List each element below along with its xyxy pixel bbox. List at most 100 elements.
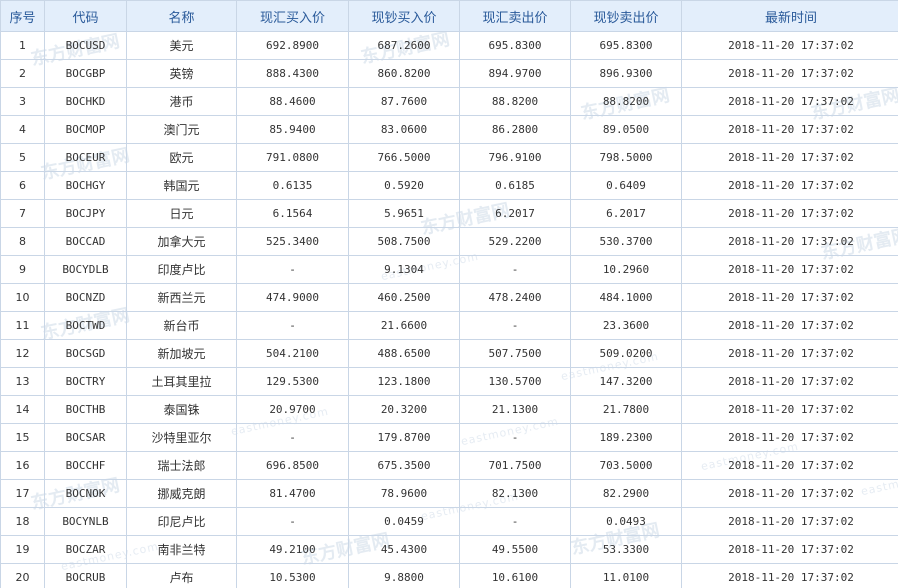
- cell-currency-name: 土耳其里拉: [126, 367, 237, 396]
- cell-latest-time: 2018-11-20 17:37:02: [681, 171, 898, 200]
- header-index[interactable]: 序号: [0, 0, 45, 32]
- table-row: 14 BOCTHB 泰国铢 20.9700 20.3200 21.1300 21.7800 2…: [0, 395, 898, 424]
- cell-cash-buy: 83.0600: [348, 115, 460, 144]
- cell-fx-buy: 0.6135: [236, 171, 349, 200]
- cell-index: 15: [0, 423, 45, 452]
- cell-cash-sell: 189.2300: [570, 423, 682, 452]
- cell-cash-buy: 0.0459: [348, 507, 460, 536]
- cell-index: 18: [0, 507, 45, 536]
- cell-index: 14: [0, 395, 45, 424]
- cell-code: BOCEUR: [44, 143, 127, 172]
- cell-cash-buy: 460.2500: [348, 283, 460, 312]
- cell-latest-time: 2018-11-20 17:37:02: [681, 479, 898, 508]
- cell-fx-sell: -: [459, 507, 571, 536]
- cell-latest-time: 2018-11-20 17:37:02: [681, 507, 898, 536]
- cell-currency-name: 英镑: [126, 59, 237, 88]
- cell-latest-time: 2018-11-20 17:37:02: [681, 311, 898, 340]
- cell-currency-name: 美元: [126, 31, 237, 60]
- cell-code: BOCYDLB: [44, 255, 127, 284]
- cell-code: BOCUSD: [44, 31, 127, 60]
- cell-fx-sell: -: [459, 311, 571, 340]
- cell-cash-sell: 0.6409: [570, 171, 682, 200]
- cell-index: 5: [0, 143, 45, 172]
- cell-fx-buy: 81.4700: [236, 479, 349, 508]
- cell-fx-buy: 88.4600: [236, 87, 349, 116]
- cell-cash-buy: 508.7500: [348, 227, 460, 256]
- cell-currency-name: 韩国元: [126, 171, 237, 200]
- cell-latest-time: 2018-11-20 17:37:02: [681, 115, 898, 144]
- cell-code: BOCTWD: [44, 311, 127, 340]
- header-fx-sell[interactable]: 现汇卖出价: [459, 0, 571, 32]
- header-latest-time[interactable]: 最新时间: [681, 0, 898, 32]
- cell-cash-sell: 695.8300: [570, 31, 682, 60]
- table-row: 11 BOCTWD 新台币 -21.6600-23.3600 2018-11-20 17…: [0, 311, 898, 340]
- cell-latest-time: 2018-11-20 17:37:02: [681, 143, 898, 172]
- cell-code: BOCNOK: [44, 479, 127, 508]
- cell-index: 3: [0, 87, 45, 116]
- cell-cash-sell: 6.2017: [570, 199, 682, 228]
- cell-latest-time: 2018-11-20 17:37:02: [681, 59, 898, 88]
- cell-fx-buy: 20.9700: [236, 395, 349, 424]
- cell-latest-time: 2018-11-20 17:37:02: [681, 227, 898, 256]
- cell-latest-time: 2018-11-20 17:37:02: [681, 451, 898, 480]
- cell-latest-time: 2018-11-20 17:37:02: [681, 395, 898, 424]
- table-row: 4 BOCMOP 澳门元 85.9400 83.0600 86.2800 89.0500 20…: [0, 115, 898, 144]
- cell-index: 2: [0, 59, 45, 88]
- table-header-row: 序号 代码 名称 现汇买入价 现钞买入价 现汇卖出价 现钞卖出价 最新时间: [0, 0, 898, 32]
- cell-code: BOCJPY: [44, 199, 127, 228]
- cell-code: BOCSGD: [44, 339, 127, 368]
- cell-fx-sell: 130.5700: [459, 367, 571, 396]
- cell-fx-sell: 49.5500: [459, 535, 571, 564]
- cell-currency-name: 沙特里亚尔: [126, 423, 237, 452]
- cell-code: BOCGBP: [44, 59, 127, 88]
- cell-currency-name: 澳门元: [126, 115, 237, 144]
- cell-index: 7: [0, 199, 45, 228]
- cell-fx-buy: -: [236, 311, 349, 340]
- cell-cash-buy: 9.1304: [348, 255, 460, 284]
- cell-latest-time: 2018-11-20 17:37:02: [681, 255, 898, 284]
- cell-fx-buy: 85.9400: [236, 115, 349, 144]
- cell-cash-buy: 675.3500: [348, 451, 460, 480]
- cell-fx-sell: -: [459, 423, 571, 452]
- header-code[interactable]: 代码: [44, 0, 127, 32]
- cell-currency-name: 新台币: [126, 311, 237, 340]
- cell-fx-sell: 6.2017: [459, 199, 571, 228]
- cell-index: 11: [0, 311, 45, 340]
- cell-index: 4: [0, 115, 45, 144]
- cell-latest-time: 2018-11-20 17:37:02: [681, 367, 898, 396]
- cell-latest-time: 2018-11-20 17:37:02: [681, 423, 898, 452]
- header-fx-buy[interactable]: 现汇买入价: [236, 0, 349, 32]
- cell-fx-sell: 894.9700: [459, 59, 571, 88]
- cell-latest-time: 2018-11-20 17:37:02: [681, 563, 898, 588]
- cell-cash-sell: 509.0200: [570, 339, 682, 368]
- cell-fx-buy: 10.5300: [236, 563, 349, 588]
- header-cash-buy[interactable]: 现钞买入价: [348, 0, 460, 32]
- table-row: 6 BOCHGY 韩国元 0.6135 0.5920 0.6185 0.6409 2018-1…: [0, 171, 898, 200]
- cell-latest-time: 2018-11-20 17:37:02: [681, 31, 898, 60]
- cell-index: 6: [0, 171, 45, 200]
- cell-cash-sell: 0.0493: [570, 507, 682, 536]
- cell-fx-sell: 701.7500: [459, 451, 571, 480]
- exchange-rate-table: 序号 代码 名称 现汇买入价 现钞买入价 现汇卖出价 现钞卖出价 最新时间 1B…: [0, 0, 898, 588]
- cell-currency-name: 欧元: [126, 143, 237, 172]
- cell-cash-sell: 798.5000: [570, 143, 682, 172]
- cell-fx-buy: 888.4300: [236, 59, 349, 88]
- cell-cash-sell: 10.2960: [570, 255, 682, 284]
- cell-fx-sell: 10.6100: [459, 563, 571, 588]
- cell-cash-buy: 5.9651: [348, 199, 460, 228]
- table-row: 9 BOCYDLB 印度卢比 -9.1304-10.2960 2018-11-20 17…: [0, 255, 898, 284]
- cell-index: 10: [0, 283, 45, 312]
- cell-currency-name: 港币: [126, 87, 237, 116]
- cell-code: BOCHGY: [44, 171, 127, 200]
- table-row: 5 BOCEUR 欧元 791.0800 766.5000 796.9100 798.500…: [0, 143, 898, 172]
- cell-cash-sell: 23.3600: [570, 311, 682, 340]
- header-name[interactable]: 名称: [126, 0, 237, 32]
- cell-fx-buy: 696.8500: [236, 451, 349, 480]
- header-cash-sell[interactable]: 现钞卖出价: [570, 0, 682, 32]
- cell-fx-sell: 507.7500: [459, 339, 571, 368]
- cell-index: 1: [0, 31, 45, 60]
- cell-code: BOCRUB: [44, 563, 127, 588]
- cell-code: BOCMOP: [44, 115, 127, 144]
- table-row: 2 BOCGBP 英镑 888.4300 860.8200 894.9700 896.930…: [0, 59, 898, 88]
- table-row: 18 BOCYNLB 印尼卢比 -0.0459-0.0493 2018-11-20 17…: [0, 507, 898, 536]
